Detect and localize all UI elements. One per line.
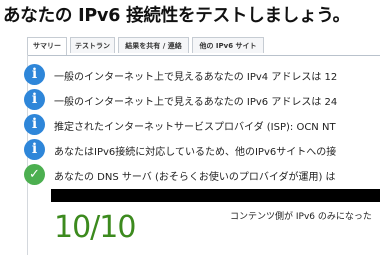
score-value: 10/10 bbox=[54, 210, 136, 245]
info-icon: i bbox=[24, 64, 45, 85]
result-text: 推定されたインターネットサービスプロバイダ (ISP): OCN NT bbox=[54, 122, 336, 133]
result-row-ipv4: i 一般のインターネット上で見えるあなたの IPv4 アドレスは 12 bbox=[24, 64, 364, 86]
result-text: あなたの DNS サーバ (おそらくお使いのプロバイダが運用) は bbox=[54, 172, 336, 183]
tab-other-ipv6-sites[interactable]: 他の IPv6 サイト bbox=[192, 37, 264, 53]
tab-summary[interactable]: サマリー bbox=[27, 37, 67, 55]
result-text: あなたはIPv6接続に対応しているため、他のIPv6サイトへの接 bbox=[54, 147, 337, 158]
result-text: 一般のインターネット上で見えるあなたの IPv6 アドレスは 24 bbox=[54, 97, 338, 108]
result-text: 一般のインターネット上で見えるあなたの IPv4 アドレスは 12 bbox=[54, 72, 338, 83]
check-icon: ✓ bbox=[24, 164, 45, 185]
divider-bar bbox=[51, 189, 380, 202]
tab-test-run[interactable]: テストラン bbox=[70, 37, 115, 53]
result-row-dns: ✓ あなたの DNS サーバ (おそらくお使いのプロバイダが運用) は bbox=[24, 164, 364, 186]
info-icon: i bbox=[24, 114, 45, 135]
result-row-ipv6: i 一般のインターネット上で見えるあなたの IPv6 アドレスは 24 bbox=[24, 89, 364, 111]
score-note: コンテンツ側が IPv6 のみになった bbox=[230, 212, 372, 222]
info-icon: i bbox=[24, 89, 45, 110]
result-row-isp: i 推定されたインターネットサービスプロバイダ (ISP): OCN NT bbox=[24, 114, 364, 136]
result-row-ipv6-support: i あなたはIPv6接続に対応しているため、他のIPv6サイトへの接 bbox=[24, 139, 364, 161]
tab-bar: サマリー テストラン 結果を共有 / 連絡 他の IPv6 サイト bbox=[27, 37, 380, 56]
info-icon: i bbox=[24, 139, 45, 160]
tab-share-results[interactable]: 結果を共有 / 連絡 bbox=[118, 37, 189, 53]
page-title: あなたの IPv6 接続性をテストしましょう。 bbox=[3, 6, 350, 26]
